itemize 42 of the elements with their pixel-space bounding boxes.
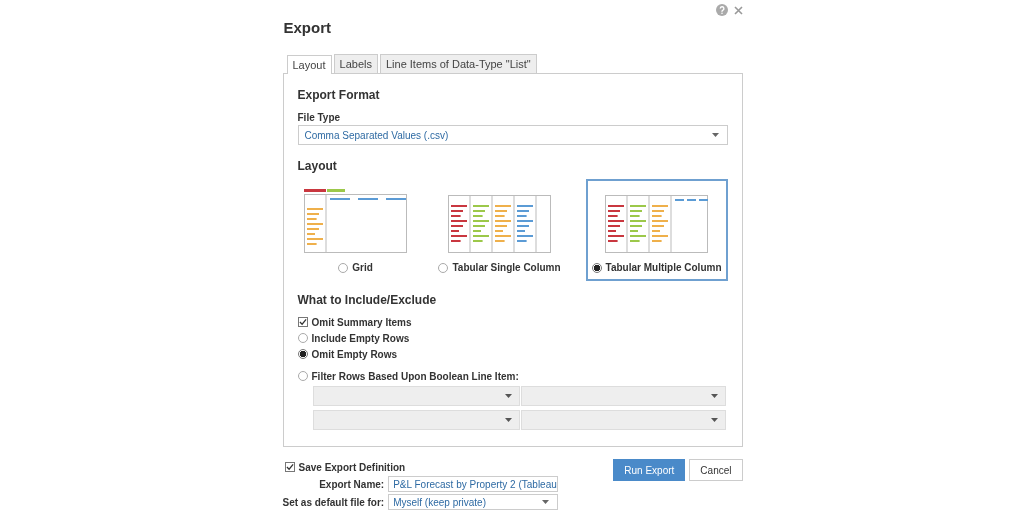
export-name-field[interactable]: P&L Forecast by Property 2 (Tableau	[388, 476, 559, 492]
layout-option[interactable]: Tabular Multiple Column	[585, 179, 728, 281]
radio-button[interactable]	[591, 262, 602, 273]
caret-icon	[504, 394, 512, 398]
caret-icon	[710, 418, 718, 422]
field-label: Export Name:	[318, 478, 385, 490]
close-icon[interactable]	[733, 5, 743, 15]
tab[interactable]: Line Items of Data-Type "List"	[379, 54, 537, 73]
section-heading: Layout	[297, 159, 338, 173]
option-label: Omit Empty Rows	[311, 348, 398, 360]
caret-icon	[542, 500, 550, 504]
layout-option[interactable]: Grid	[297, 179, 414, 281]
section-heading: What to Include/Exclude	[297, 293, 438, 307]
default-for-dropdown[interactable]: Myself (keep private)	[388, 494, 559, 510]
caret-icon	[711, 133, 719, 137]
section-heading: Export Format	[297, 88, 381, 102]
run-export-button[interactable]: Run Export	[613, 459, 686, 481]
option-label: Omit Summary Items	[311, 316, 412, 328]
option-label: Filter Rows Based Upon Boolean Line Item:	[311, 370, 519, 382]
radio-button[interactable]	[297, 349, 308, 359]
radio-button[interactable]	[438, 262, 449, 273]
cancel-button[interactable]: Cancel	[689, 459, 743, 481]
caret-icon	[504, 418, 512, 422]
radio-button[interactable]	[297, 333, 308, 343]
caret-icon	[710, 394, 718, 398]
field-label: Set as default file for:	[282, 496, 385, 508]
option-label: Save Export Definition	[298, 461, 406, 473]
file-type-dropdown[interactable]: Comma Separated Values (.csv)	[297, 125, 728, 145]
checkbox[interactable]	[297, 317, 308, 327]
tab[interactable]: Layout	[286, 55, 332, 74]
checkbox[interactable]	[284, 462, 295, 472]
option-label: Tabular Multiple Column	[605, 262, 722, 273]
tab[interactable]: Labels	[333, 54, 378, 73]
help-icon[interactable]	[715, 4, 728, 16]
radio-button[interactable]	[338, 262, 349, 273]
field-label: File Type	[297, 112, 342, 123]
radio-button[interactable]	[297, 371, 308, 381]
dialog-title: Export	[283, 19, 332, 36]
option-label: Grid	[352, 262, 373, 273]
layout-option[interactable]: Tabular Single Column	[432, 179, 567, 281]
option-label: Include Empty Rows	[311, 332, 410, 344]
option-label: Tabular Single Column	[452, 262, 561, 273]
